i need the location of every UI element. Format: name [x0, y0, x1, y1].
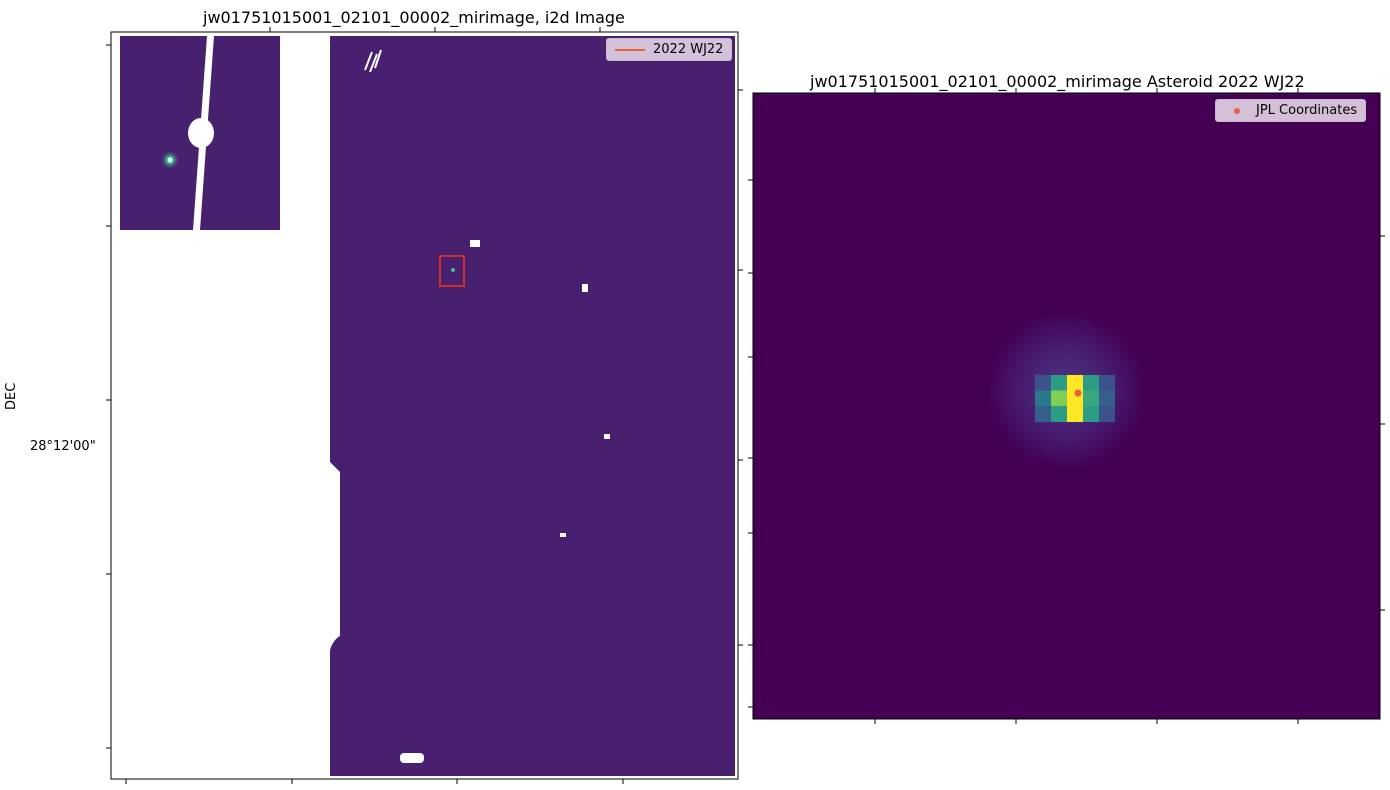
left-image-main — [330, 36, 735, 776]
right-panel-title: jw01751015001_02101_00002_mirimage Aster… — [810, 72, 1305, 91]
left-legend-label: 2022 WJ22 — [653, 42, 724, 57]
psf-pixel — [1067, 375, 1083, 391]
jpl-coordinate-marker — [1074, 389, 1082, 397]
psf-pixel — [1035, 375, 1051, 391]
legend-dot-icon — [1234, 107, 1240, 114]
left-image-subarray — [120, 36, 280, 230]
figure-canvas — [106, 27, 1385, 784]
psf-pixel — [1083, 406, 1099, 422]
psf-pixel — [1035, 406, 1051, 422]
psf-pixel — [1099, 406, 1115, 422]
psf-core — [1035, 375, 1115, 422]
psf-pixel — [1099, 375, 1115, 391]
legend-line-icon — [615, 48, 645, 51]
right-legend: JPL Coordinates — [1215, 99, 1367, 122]
psf-pixel — [1083, 390, 1099, 407]
psf-pixel — [1051, 375, 1067, 391]
psf-pixel — [1083, 375, 1099, 391]
psf-pixel — [1067, 406, 1083, 422]
left-legend: 2022 WJ22 — [606, 38, 733, 61]
psf-pixel — [1051, 406, 1067, 422]
psf-pixel — [1099, 390, 1115, 407]
psf-pixel — [1035, 390, 1051, 407]
right-legend-label: JPL Coordinates — [1256, 103, 1358, 118]
psf-pixel — [1051, 390, 1067, 407]
